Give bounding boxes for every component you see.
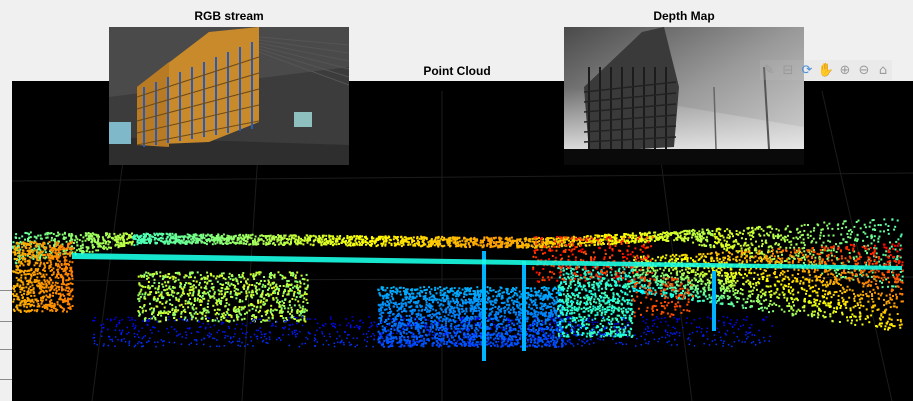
point-cloud-points [12,218,904,361]
home-icon[interactable]: ⌂ [874,61,892,79]
brush-icon[interactable]: ✎ [760,61,778,79]
depth-map-image [564,27,804,165]
rotate-3d-icon[interactable]: ⟳ [798,61,816,79]
rgb-stream-title: RGB stream [194,9,264,23]
depth-map-title: Depth Map [653,9,715,23]
axes-toolbar: ✎ ⊟ ⟳ ✋ ⊕ ⊖ ⌂ [760,60,892,80]
rgb-stream-image [109,27,349,165]
zoom-out-icon[interactable]: ⊖ [855,61,873,79]
data-tips-icon[interactable]: ⊟ [779,61,797,79]
point-cloud-title: Point Cloud [423,64,491,78]
pan-icon[interactable]: ✋ [817,61,835,79]
zoom-in-icon[interactable]: ⊕ [836,61,854,79]
